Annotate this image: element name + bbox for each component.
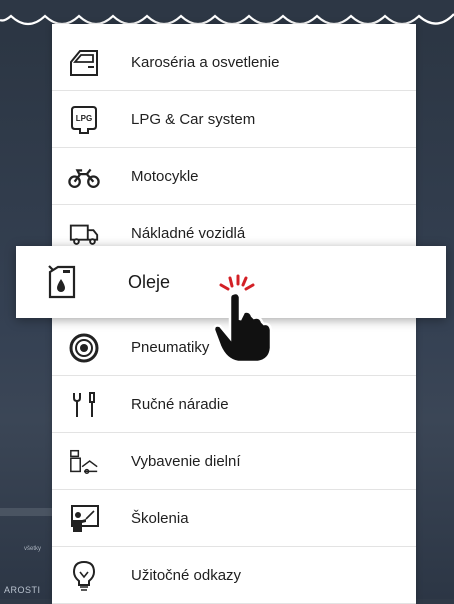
- truck-icon: [68, 219, 100, 249]
- motorcycle-icon: [68, 162, 100, 192]
- wrench-icon: [68, 390, 100, 420]
- menu-item-label: Školenia: [131, 510, 189, 527]
- lpg-badge-text: LPG: [76, 114, 92, 123]
- presentation-icon: [68, 504, 100, 534]
- menu-item-lpg[interactable]: LPG LPG & Car system: [52, 91, 416, 148]
- menu-item-label: Oleje: [128, 272, 171, 292]
- tire-icon: [68, 333, 100, 363]
- menu-item-label: Vybavenie dielní: [131, 453, 241, 470]
- car-door-icon: [68, 48, 100, 78]
- background-text: všetky: [24, 546, 42, 552]
- background-footer-text: AROSTI: [4, 585, 41, 595]
- menu-item-motocykle[interactable]: Motocykle: [52, 148, 416, 205]
- menu-item-rucne-naradie[interactable]: Ručné náradie: [52, 376, 416, 433]
- menu-item-karoseria[interactable]: Karoséria a osvetlenie: [52, 34, 416, 91]
- lightbulb-icon: [68, 560, 100, 591]
- menu-item-vybavenie[interactable]: Vybavenie dielní: [52, 433, 416, 490]
- menu-item-label: LPG & Car system: [131, 111, 256, 128]
- hand-pointer-icon: [212, 274, 273, 364]
- lpg-icon: LPG: [68, 105, 100, 135]
- menu-item-label: Ručné náradie: [131, 396, 229, 413]
- workshop-equipment-icon: [68, 447, 100, 477]
- menu-item-label: Užitočné odkazy: [131, 567, 242, 584]
- menu-item-label: Karoséria a osvetlenie: [131, 54, 280, 71]
- menu-item-label: Pneumatiky: [131, 339, 210, 356]
- background-stripe: [0, 508, 60, 516]
- click-burst-icon: [219, 274, 255, 291]
- oil-canister-icon: [44, 264, 80, 300]
- menu-item-uzitocne-odkazy[interactable]: Užitočné odkazy: [52, 547, 416, 604]
- menu-item-skolenia[interactable]: Školenia: [52, 490, 416, 547]
- menu-item-label: Motocykle: [131, 168, 199, 185]
